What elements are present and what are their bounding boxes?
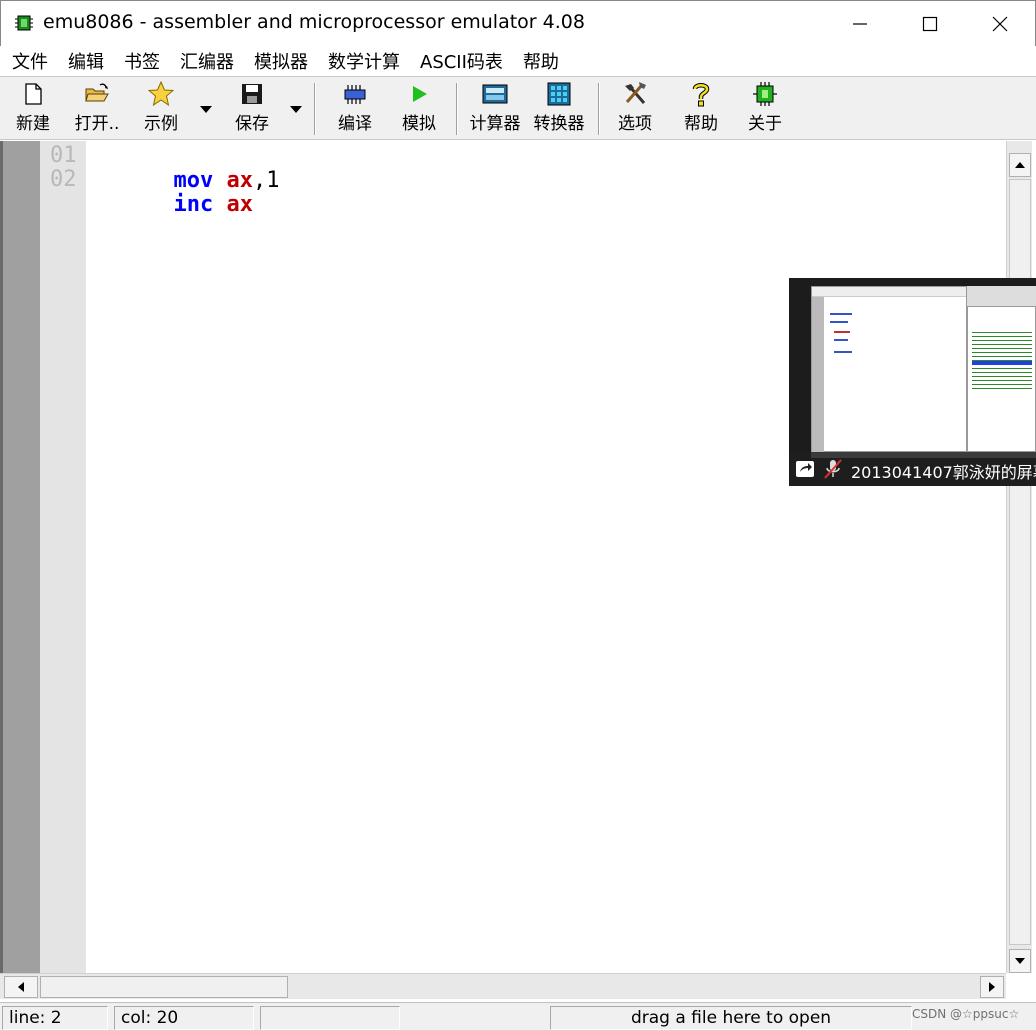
menu-assembler[interactable]: 汇编器 [170,48,244,74]
save-button[interactable]: 保存 [230,81,274,137]
new-label: 新建 [16,114,50,134]
calculator-button[interactable]: 计算器 [466,81,524,137]
toolbar-separator [314,83,316,135]
examples-dropdown-icon[interactable] [198,103,214,115]
play-icon [406,81,432,107]
toolbar-separator [456,83,458,135]
line-number: 01 [50,143,77,168]
examples-button[interactable]: 示例 [140,81,182,137]
minimize-button[interactable] [825,1,895,47]
menu-bookmarks[interactable]: 书签 [114,48,170,74]
new-button[interactable]: 新建 [12,81,54,137]
editor-margin [0,141,40,973]
toolbar: 新建 打开.. 示例 保存 编译 模拟 计算器 转换器 选项 帮助 关于 [0,76,1036,140]
arrow-right-icon [989,982,995,992]
compile-button[interactable]: 编译 [334,81,376,137]
menu-emulator[interactable]: 模拟器 [244,48,318,74]
scroll-left-button[interactable] [4,976,38,998]
about-button[interactable]: 关于 [744,81,786,137]
arrow-up-icon [1015,162,1025,168]
scroll-up-button[interactable] [1009,153,1031,177]
code-text-area[interactable]: mov ax,1 inc ax [86,141,1006,973]
scroll-down-button[interactable] [1009,949,1031,973]
new-file-icon [20,81,46,107]
open-button[interactable]: 打开.. [72,81,122,137]
help-question-icon [688,81,714,107]
floppy-icon [239,81,265,107]
converter-button[interactable]: 转换器 [530,81,588,137]
code-editor[interactable]: 01 02 mov ax,1 inc ax [0,141,1036,1001]
vertical-scrollbar[interactable] [1006,141,1032,973]
menu-bar: 文件 编辑 书签 汇编器 模拟器 数学计算 ASCII码表 帮助 [0,46,1036,76]
horizontal-scrollbar[interactable] [0,973,1006,999]
thumbnail-caption-bar: 2013041407郭泳妍的屏幕 [789,452,1036,486]
calculator-label: 计算器 [469,114,521,134]
menu-file[interactable]: 文件 [2,48,58,74]
emulate-label: 模拟 [402,114,436,134]
maximize-button[interactable] [895,1,965,47]
close-icon [992,16,1008,32]
converter-icon [546,81,572,107]
watermark-text: CSDN @☆ppsuc☆ [912,1007,1020,1021]
examples-label: 示例 [144,114,178,134]
window-title: emu8086 - assembler and microprocessor e… [43,11,585,33]
emulate-button[interactable]: 模拟 [398,81,440,137]
arrow-left-icon [18,982,24,992]
thumbnail-preview [811,286,1036,458]
code-line: mov ax,1 [94,143,279,193]
mic-muted-icon [824,459,842,479]
star-icon [148,81,174,107]
status-bar: line: 2 col: 20 drag a file here to open… [0,1002,1036,1030]
line-number-gutter: 01 02 [40,141,86,973]
about-label: 关于 [748,114,782,134]
menu-math[interactable]: 数学计算 [318,48,410,74]
toolbar-separator [598,83,600,135]
chip-icon [15,15,33,31]
menu-edit[interactable]: 编辑 [58,48,114,74]
title-bar: emu8086 - assembler and microprocessor e… [0,0,1036,46]
help-label: 帮助 [684,114,718,134]
keyword-token: inc [173,192,214,217]
compile-chip-icon [342,81,368,107]
code-line: inc ax [94,167,253,217]
minimize-icon [853,23,867,25]
help-button[interactable]: 帮助 [680,81,722,137]
arrow-down-icon [1015,958,1025,964]
calculator-icon [482,81,508,107]
share-icon [796,461,814,477]
tools-icon [622,81,648,107]
about-chip-icon [752,81,778,107]
save-label: 保存 [235,114,269,134]
open-label: 打开.. [74,114,120,134]
status-hint: drag a file here to open [550,1006,912,1030]
options-button[interactable]: 选项 [614,81,656,137]
thumbnail-emulator-window [967,306,1036,452]
operand-token: ,1 [252,168,280,193]
thumbnail-caption: 2013041407郭泳妍的屏幕 [851,463,1036,482]
thumbnail-editor-window [811,286,967,453]
compile-label: 编译 [338,114,372,134]
converter-label: 转换器 [533,114,585,134]
open-folder-icon [84,81,110,107]
close-button[interactable] [965,1,1035,47]
status-col: col: 20 [114,1006,254,1030]
horizontal-scroll-thumb[interactable] [40,976,288,998]
status-line: line: 2 [2,1006,108,1030]
screen-share-thumbnail[interactable]: 2013041407郭泳妍的屏幕 [789,278,1036,486]
menu-help[interactable]: 帮助 [513,48,569,74]
save-dropdown-icon[interactable] [288,103,304,115]
options-label: 选项 [618,114,652,134]
status-empty-panel [260,1006,400,1030]
register-token: ax [226,192,253,217]
menu-ascii[interactable]: ASCII码表 [410,48,513,74]
line-number: 02 [50,167,77,192]
scroll-right-button[interactable] [980,976,1004,998]
maximize-icon [922,16,938,32]
